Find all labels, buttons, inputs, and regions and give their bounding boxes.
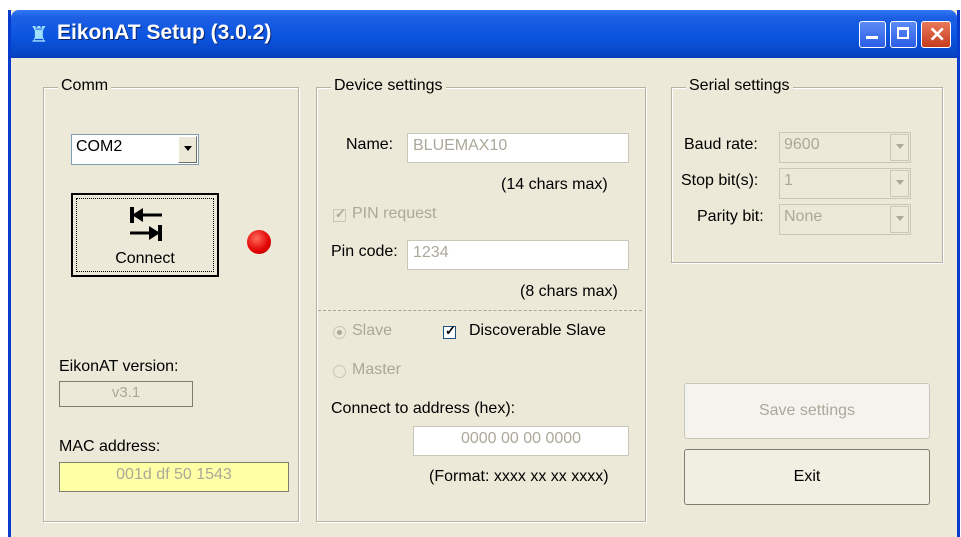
connect-label: Connect (115, 250, 175, 267)
pin-request-label: PIN request (352, 205, 437, 222)
stop-bits-value: 1 (784, 172, 793, 189)
close-icon: × (928, 22, 947, 47)
baud-value: 9600 (784, 136, 820, 153)
discoverable-checkbox[interactable]: ✓ (443, 323, 456, 339)
maximize-button[interactable] (890, 21, 917, 48)
name-field[interactable]: BLUEMAX10 (407, 133, 629, 163)
app-icon: ♜ (29, 22, 49, 47)
parity-select[interactable]: None (779, 204, 911, 235)
connect-button[interactable]: Connect (71, 193, 219, 277)
pin-code-label: Pin code: (331, 243, 398, 260)
minimize-icon (866, 36, 878, 39)
checkmark-icon: ✓ (445, 323, 456, 338)
port-value: COM2 (76, 138, 123, 155)
comm-group-label: Comm (58, 77, 112, 95)
minimize-button[interactable] (859, 21, 886, 48)
discoverable-label: Discoverable Slave (469, 322, 606, 339)
serial-group-label: Serial settings (686, 77, 793, 95)
pin-code-field[interactable]: 1234 (407, 240, 629, 270)
checkmark-icon: ✓ (335, 206, 346, 221)
pin-hint: (8 chars max) (520, 283, 618, 300)
title-bar[interactable]: ♜ EikonAT Setup (3.0.2) × (11, 10, 957, 58)
window-title: EikonAT Setup (3.0.2) (57, 21, 272, 44)
version-field: v3.1 (59, 381, 193, 407)
maximize-icon (897, 27, 909, 39)
chevron-down-icon[interactable] (178, 136, 197, 163)
close-button[interactable]: × (921, 21, 951, 48)
chevron-down-icon[interactable] (890, 134, 909, 161)
exit-button[interactable]: Exit (684, 449, 930, 505)
port-select[interactable]: COM2 (71, 134, 199, 165)
dialog-body: Comm COM2 Connect EikonAT version: v3.1 (11, 58, 957, 537)
save-settings-button[interactable]: Save settings (684, 383, 930, 439)
parity-label: Parity bit: (697, 208, 764, 225)
stop-bits-label: Stop bit(s): (681, 172, 759, 189)
chevron-down-icon[interactable] (890, 206, 909, 233)
name-label: Name: (346, 136, 394, 153)
mac-field: 001d df 50 1543 (59, 462, 289, 492)
baud-select[interactable]: 9600 (779, 132, 911, 163)
address-label: Connect to address (hex): (331, 400, 516, 417)
mac-label: MAC address: (59, 438, 161, 455)
slave-radio[interactable] (333, 326, 346, 339)
master-radio[interactable] (333, 365, 346, 378)
slave-label: Slave (352, 322, 393, 339)
pin-request-checkbox[interactable]: ✓ (333, 206, 346, 222)
chevron-down-icon[interactable] (890, 170, 909, 197)
app-window: ♜ EikonAT Setup (3.0.2) × Comm COM2 Conn… (8, 10, 960, 537)
master-label: Master (352, 361, 401, 378)
baud-label: Baud rate: (684, 136, 758, 153)
version-label: EikonAT version: (59, 358, 179, 375)
device-group-label: Device settings (331, 77, 446, 95)
address-hint: (Format: xxxx xx xx xxxx) (429, 468, 609, 485)
section-divider (318, 310, 642, 311)
address-field[interactable]: 0000 00 00 0000 (413, 426, 629, 456)
name-hint: (14 chars max) (501, 176, 608, 193)
stop-bits-select[interactable]: 1 (779, 168, 911, 199)
parity-value: None (784, 208, 823, 225)
connect-arrows-icon (130, 207, 162, 241)
connection-status-led (247, 230, 271, 254)
